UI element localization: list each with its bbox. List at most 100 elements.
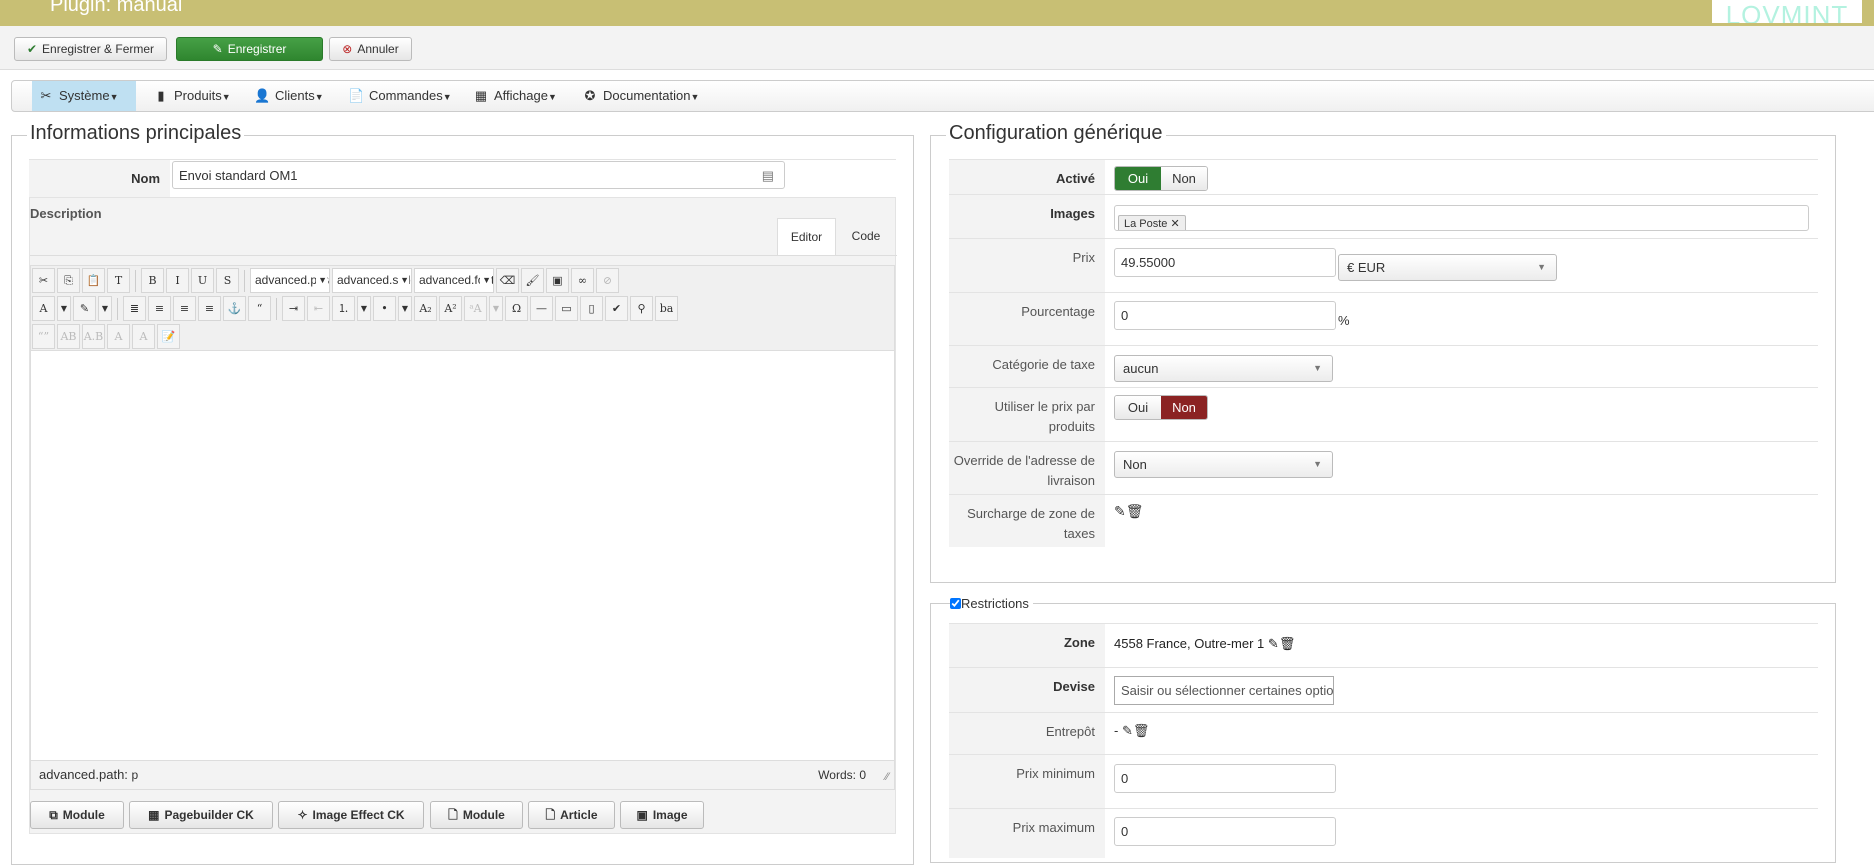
menu-item-3[interactable]: 📄 Commandes▼ — [342, 81, 452, 111]
paste-icon[interactable]: 📋 — [82, 268, 105, 293]
table-icon[interactable]: ▭ — [555, 296, 578, 321]
dropdown-icon[interactable]: ▼ — [489, 296, 503, 321]
currency-select[interactable]: € EUR ▼ — [1338, 254, 1557, 281]
save-button[interactable]: ✎ Enregistrer — [176, 37, 323, 61]
insert-button-2[interactable]: ✧ Image Effect CK — [278, 801, 424, 829]
toolbar-dropdown[interactable]: advanced.paragraph▼ — [250, 268, 330, 293]
price-input[interactable]: 49.55000 — [1114, 248, 1336, 277]
currency-restriction-input[interactable]: Saisir ou sélectionner certaines options — [1114, 676, 1334, 705]
save-close-button[interactable]: ✔ Enregistrer & Fermer — [14, 37, 167, 61]
highlight-icon[interactable]: ✎ — [73, 296, 96, 321]
trash-icon[interactable]: 🗑 — [1126, 503, 1144, 519]
menu-item-5[interactable]: ✪ Documentation▼ — [576, 81, 700, 111]
copy-icon[interactable]: ⎘ — [57, 268, 80, 293]
text-color-icon[interactable]: A — [32, 296, 55, 321]
abbr-icon[interactable]: AB — [57, 324, 80, 349]
search-icon[interactable]: ⚲ — [630, 296, 653, 321]
dropdown-icon[interactable]: ▼ — [398, 296, 412, 321]
dropdown-icon[interactable]: ▼ — [98, 296, 112, 321]
dropdown-icon[interactable]: ▼ — [357, 296, 371, 321]
acronym-icon[interactable]: A.B — [82, 324, 105, 349]
special-char-icon[interactable]: Ω — [505, 296, 528, 321]
restrictions-checkbox[interactable] — [950, 598, 961, 609]
cancel-button[interactable]: ⊗ Annuler — [329, 37, 412, 61]
max-price-input[interactable]: 0 — [1114, 817, 1336, 846]
trash-icon[interactable]: 🗑 — [1279, 636, 1296, 651]
tab-editor[interactable]: Editor — [777, 218, 836, 256]
min-price-input[interactable]: 0 — [1114, 764, 1336, 793]
cleanup-icon[interactable]: 🖌 — [521, 268, 544, 293]
path-value[interactable]: p — [132, 768, 139, 782]
justify-icon[interactable]: ≣ — [123, 296, 146, 321]
edit-icon[interactable]: ✎ — [1122, 723, 1133, 738]
dropdown-icon[interactable]: ▼ — [57, 296, 71, 321]
underline-icon[interactable]: U — [191, 268, 214, 293]
tax-select[interactable]: aucun ▼ — [1114, 355, 1333, 382]
toolbar-dropdown[interactable]: advanced.style ▼ — [332, 268, 412, 293]
menu-item-2[interactable]: 👤 Clients▼ — [248, 81, 324, 111]
link-icon[interactable]: ∞ — [571, 268, 594, 293]
tab-code[interactable]: Code — [837, 218, 895, 256]
template-icon[interactable]: ▯ — [580, 296, 603, 321]
use-product-price-toggle[interactable]: Oui Non — [1114, 395, 1208, 420]
edit-icon[interactable]: ✎ — [1268, 636, 1279, 651]
price-label: Prix — [949, 239, 1105, 292]
name-input[interactable]: Envoi standard OM1 ▤ — [172, 161, 785, 189]
unordered-list-icon[interactable]: • — [373, 296, 396, 321]
eraser-icon[interactable]: ⌫ — [496, 268, 519, 293]
active-row: Activé Oui Non — [949, 159, 1818, 194]
align-left-icon[interactable]: ≡ — [173, 296, 196, 321]
trash-icon[interactable]: 🗑 — [1133, 723, 1150, 738]
app-header: Plugin: manual — [0, 0, 1874, 26]
ins-icon[interactable]: A — [132, 324, 155, 349]
unlink-icon[interactable]: ⊘ — [596, 268, 619, 293]
percent-input[interactable]: 0 — [1114, 301, 1336, 330]
editor-content[interactable] — [30, 350, 895, 761]
image-icon[interactable]: ▣ — [546, 268, 569, 293]
menu-item-0[interactable]: ✂ Système▼ — [32, 81, 136, 111]
active-no[interactable]: Non — [1161, 167, 1207, 190]
insert-button-3[interactable]: 🗋 Module — [430, 801, 523, 829]
bold-icon[interactable]: B — [141, 268, 164, 293]
italic-icon[interactable]: I — [166, 268, 189, 293]
replace-icon[interactable]: ba — [655, 296, 678, 321]
menu-item-4[interactable]: ▦ Affichage▼ — [467, 81, 557, 111]
horizontal-rule-icon[interactable]: — — [530, 296, 553, 321]
images-row: Images La Poste ✕ — [949, 194, 1818, 238]
active-toggle[interactable]: Oui Non — [1114, 166, 1208, 191]
toolbar-dropdown[interactable]: advanced.font ▼ — [414, 268, 494, 293]
align-right-icon[interactable]: ≡ — [198, 296, 221, 321]
menu-item-1[interactable]: ▮ Produits▼ — [147, 81, 230, 111]
currency-restriction-label: Devise — [949, 668, 1105, 712]
font-size-icon[interactable]: ᵃA — [464, 296, 487, 321]
use-product-price-yes[interactable]: Oui — [1115, 396, 1161, 419]
insert-button-4[interactable]: 🗋 Article — [528, 801, 615, 829]
insert-button-0[interactable]: ⧉ Module — [30, 801, 124, 829]
remove-tag-icon[interactable]: ✕ — [1170, 218, 1179, 230]
align-center-icon[interactable]: ≡ — [148, 296, 171, 321]
images-input[interactable]: La Poste ✕ — [1114, 205, 1809, 231]
attributes-icon[interactable]: 📝 — [157, 324, 180, 349]
indent-icon[interactable]: ⇥ — [282, 296, 305, 321]
edit-icon[interactable]: ✎ — [1114, 503, 1126, 519]
cite-icon[interactable]: “” — [32, 324, 55, 349]
tab-divider — [30, 255, 897, 256]
blockquote-icon[interactable]: “ — [248, 296, 271, 321]
ordered-list-icon[interactable]: ⒈ — [332, 296, 355, 321]
active-yes[interactable]: Oui — [1115, 167, 1161, 190]
paste-text-icon[interactable]: T — [107, 268, 130, 293]
user-icon: 👤 — [254, 88, 271, 103]
resize-handle[interactable]: ⁄⁄ — [885, 763, 889, 791]
superscript-icon[interactable]: A² — [439, 296, 462, 321]
anchor-icon[interactable]: ⚓ — [223, 296, 246, 321]
use-product-price-no[interactable]: Non — [1161, 396, 1207, 419]
spellcheck-icon[interactable]: ✔ — [605, 296, 628, 321]
subscript-icon[interactable]: A₂ — [414, 296, 437, 321]
cut-icon[interactable]: ✂ — [32, 268, 55, 293]
override-select[interactable]: Non ▼ — [1114, 451, 1333, 478]
strikethrough-icon[interactable]: S — [216, 268, 239, 293]
insert-button-5[interactable]: ▣ Image — [620, 801, 704, 829]
del-icon[interactable]: A — [107, 324, 130, 349]
insert-button-1[interactable]: ▦ Pagebuilder CK — [129, 801, 273, 829]
outdent-icon[interactable]: ⇤ — [307, 296, 330, 321]
